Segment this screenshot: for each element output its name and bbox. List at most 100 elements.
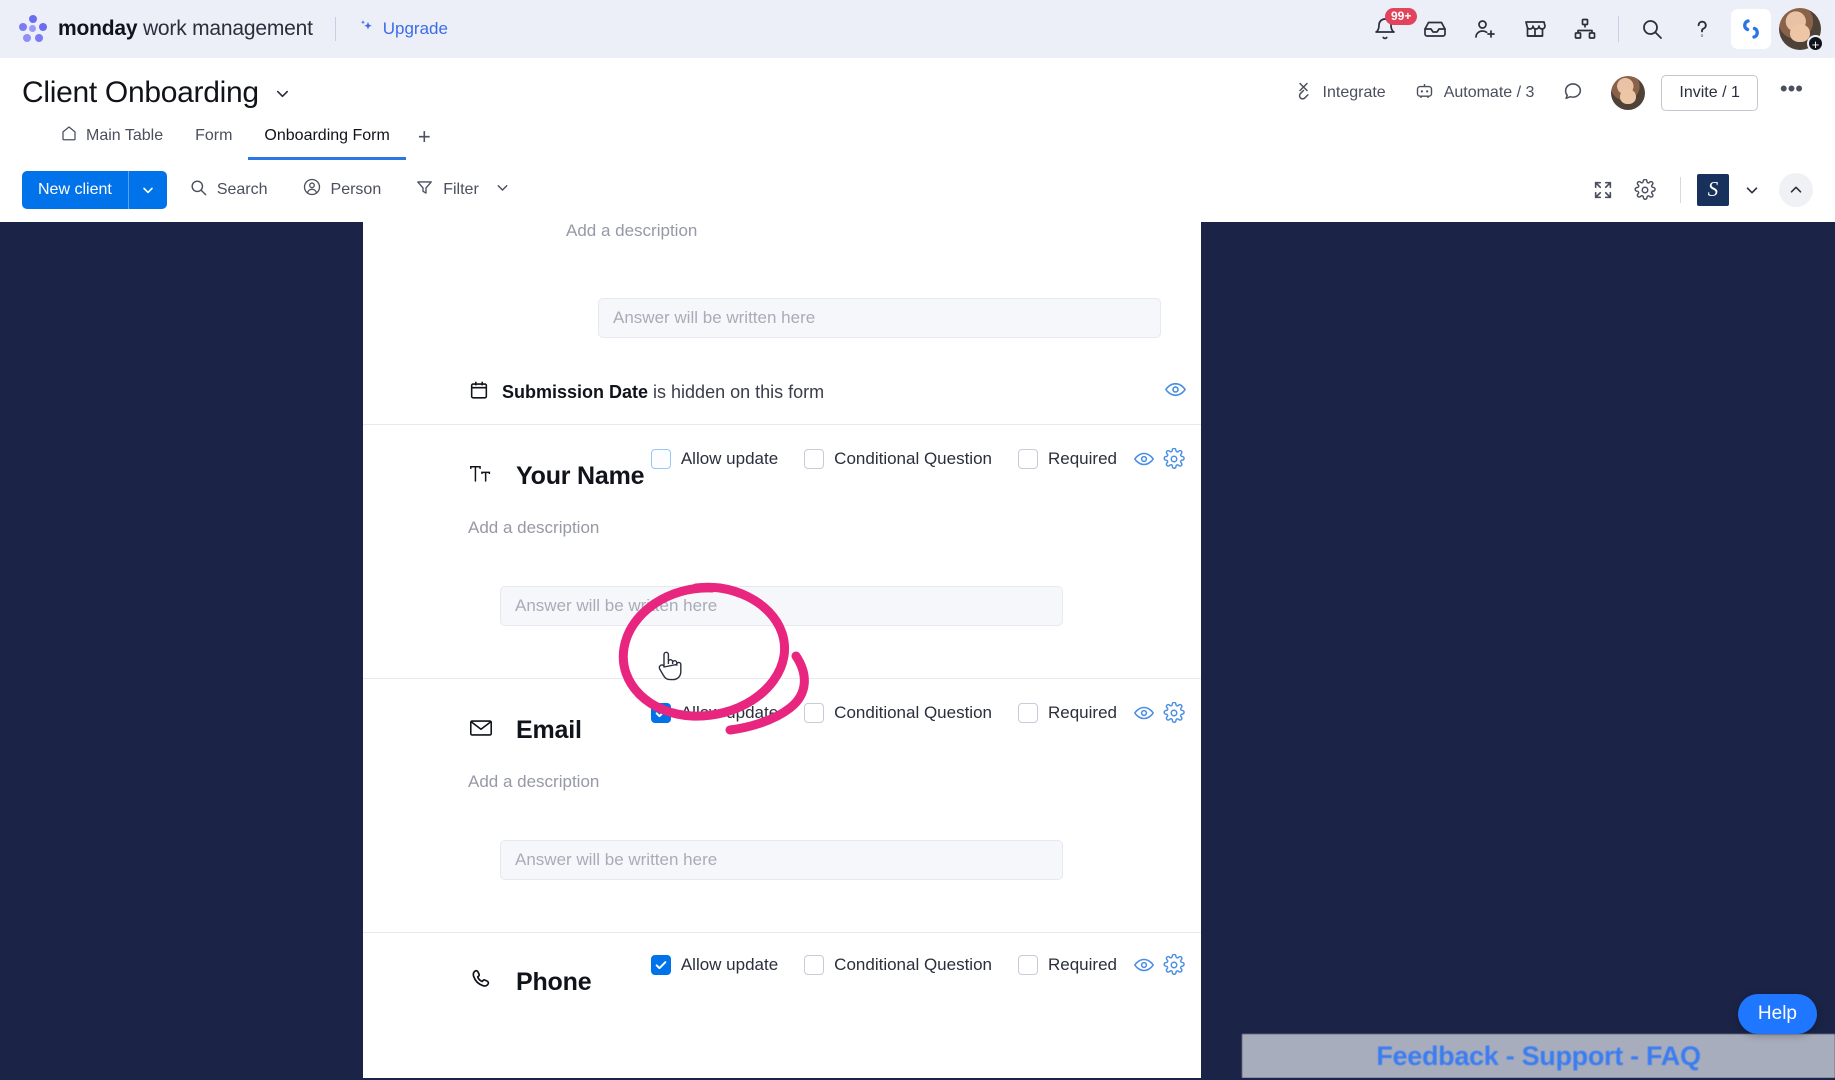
app-badge-icon[interactable]: S — [1697, 173, 1729, 206]
question-visibility-eye-icon[interactable] — [1131, 446, 1157, 472]
home-icon — [60, 124, 78, 147]
allow-update-toggle[interactable]: Allow update — [650, 703, 779, 723]
allow-update-label: Allow update — [680, 703, 779, 722]
bell-icon[interactable]: 99+ — [1360, 6, 1418, 52]
hidden-field-notice: Submission Date is hidden on this form — [363, 370, 1201, 414]
workflow-icon[interactable] — [1560, 6, 1610, 52]
required-checkbox[interactable] — [1018, 955, 1038, 975]
question-visibility-eye-icon[interactable] — [1131, 700, 1157, 726]
answer-preview-input[interactable]: Answer will be written here — [598, 298, 1161, 338]
chevron-down-icon[interactable] — [494, 179, 511, 201]
required-toggle[interactable]: Required — [1018, 955, 1117, 975]
tab-main-table[interactable]: Main Table — [44, 114, 179, 160]
inbox-icon[interactable] — [1410, 6, 1460, 52]
allow-update-checkbox[interactable] — [650, 449, 671, 469]
board-toolbar: New client Search Person Filter S — [0, 160, 1835, 222]
help-button[interactable]: Help — [1737, 994, 1817, 1034]
text-type-icon — [468, 461, 494, 492]
global-topbar: monday work management Upgrade 99+ + — [0, 0, 1835, 58]
canvas-right-backdrop — [1201, 222, 1835, 1078]
search-icon — [189, 178, 208, 202]
feedback-support-faq-bar[interactable]: Feedback - Support - FAQ — [1242, 1034, 1835, 1078]
chat-bubble-icon — [1562, 80, 1584, 107]
board-chat-button[interactable] — [1551, 73, 1595, 114]
conditional-question-checkbox[interactable] — [804, 955, 825, 975]
upgrade-label: Upgrade — [382, 19, 448, 38]
tab-onboarding-form-label: Onboarding Form — [264, 126, 390, 144]
board-tabs: Main Table Form Onboarding Form + — [22, 114, 1813, 160]
required-checkbox[interactable] — [1018, 449, 1038, 469]
new-client-dropdown-icon[interactable] — [129, 171, 167, 209]
question-title[interactable]: Your Name — [516, 462, 645, 491]
upgrade-button[interactable]: Upgrade — [358, 18, 448, 40]
required-checkbox[interactable] — [1018, 703, 1038, 723]
clipped-description[interactable]: Add a description — [461, 222, 1103, 240]
answer-preview-input[interactable]: Answer will be written here — [500, 840, 1063, 880]
person-filter-button[interactable]: Person — [290, 170, 394, 209]
question-settings-gear-icon[interactable] — [1161, 952, 1187, 978]
conditional-question-toggle[interactable]: Conditional Question — [804, 955, 992, 975]
question-settings-gear-icon[interactable] — [1161, 446, 1187, 472]
tab-onboarding-form[interactable]: Onboarding Form — [248, 114, 406, 160]
filter-icon — [415, 178, 434, 202]
toolbar-divider — [1680, 176, 1681, 203]
required-toggle[interactable]: Required — [1018, 703, 1117, 723]
question-title[interactable]: Email — [516, 716, 582, 745]
question-title[interactable]: Phone — [516, 968, 592, 997]
avatar-add-badge[interactable]: + — [1807, 35, 1824, 52]
board-header-actions: Integrate Automate / 3 Invite / 1 ••• — [1282, 73, 1813, 114]
board-more-menu-button[interactable]: ••• — [1770, 78, 1813, 107]
page-title[interactable]: Client Onboarding — [22, 76, 259, 110]
new-client-label: New client — [38, 180, 112, 198]
invite-button[interactable]: Invite / 1 — [1661, 75, 1758, 111]
show-hidden-field-eye-icon[interactable] — [1164, 378, 1187, 406]
question-your-name: Allow update Conditional Question Requir… — [363, 425, 1201, 652]
user-avatar[interactable]: + — [1779, 8, 1824, 52]
question-block-clipped: Add a description Answer will be written… — [363, 222, 1201, 338]
conditional-question-toggle[interactable]: Conditional Question — [804, 449, 992, 469]
chevron-down-icon[interactable] — [273, 84, 292, 103]
app-switcher-logo[interactable] — [1731, 9, 1771, 49]
form-sheet: Add a description Answer will be written… — [363, 222, 1201, 1078]
canvas-left-backdrop — [0, 222, 363, 1078]
marketplace-icon[interactable] — [1510, 6, 1560, 52]
collapse-panel-icon[interactable] — [1779, 172, 1813, 207]
monday-logo-icon[interactable] — [18, 14, 48, 44]
answer-preview-input[interactable]: Answer will be written here — [500, 586, 1063, 626]
board-owner-avatar[interactable] — [1611, 76, 1646, 110]
topbar-actions: 99+ + — [1360, 6, 1824, 52]
search-label: Search — [216, 180, 268, 198]
conditional-question-checkbox[interactable] — [804, 703, 825, 723]
board-header: Client Onboarding Integrate Automate / 3… — [0, 58, 1835, 160]
tab-form-label: Form — [195, 126, 233, 144]
required-toggle[interactable]: Required — [1018, 449, 1117, 469]
add-tab-button[interactable]: + — [406, 117, 443, 157]
question-description[interactable]: Add a description — [363, 772, 1201, 792]
app-dropdown-icon[interactable] — [1733, 171, 1771, 209]
allow-update-checkbox[interactable] — [650, 955, 671, 975]
help-icon[interactable] — [1677, 6, 1727, 52]
invite-person-icon[interactable] — [1460, 6, 1510, 52]
conditional-question-checkbox[interactable] — [804, 449, 825, 469]
conditional-question-toggle[interactable]: Conditional Question — [804, 703, 992, 723]
search-icon[interactable] — [1627, 6, 1677, 52]
gear-icon[interactable] — [1626, 171, 1664, 209]
sparkle-icon — [358, 18, 375, 40]
allow-update-toggle[interactable]: Allow update — [650, 449, 778, 469]
search-button[interactable]: Search — [177, 171, 280, 209]
tab-form[interactable]: Form — [179, 114, 248, 160]
allow-update-checkbox[interactable] — [650, 703, 671, 723]
tab-main-table-label: Main Table — [86, 126, 164, 144]
allow-update-toggle[interactable]: Allow update — [650, 955, 778, 975]
automate-button[interactable]: Automate / 3 — [1403, 73, 1546, 113]
expand-icon[interactable] — [1584, 171, 1622, 209]
notification-badge: 99+ — [1385, 8, 1418, 25]
filter-button[interactable]: Filter — [403, 171, 523, 209]
question-settings-gear-icon[interactable] — [1161, 700, 1187, 726]
integrate-button[interactable]: Integrate — [1282, 73, 1397, 113]
new-client-button[interactable]: New client — [22, 170, 167, 209]
question-description[interactable]: Add a description — [363, 518, 1201, 538]
brand-name[interactable]: monday work management — [58, 17, 313, 41]
hidden-field-text: Submission Date is hidden on this form — [502, 382, 824, 403]
question-visibility-eye-icon[interactable] — [1131, 952, 1157, 978]
